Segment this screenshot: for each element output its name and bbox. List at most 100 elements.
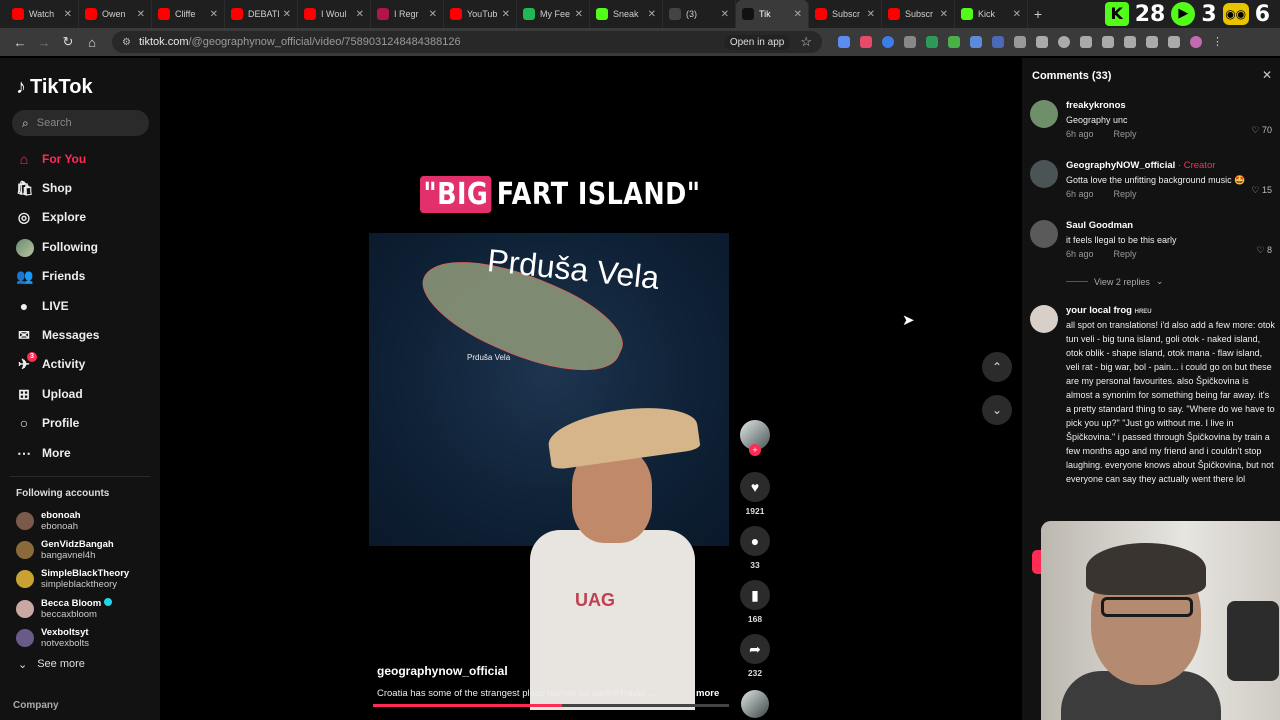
- tab-close-icon[interactable]: ✕: [210, 9, 218, 20]
- comment-username[interactable]: freakykronos: [1066, 100, 1276, 111]
- tab-close-icon[interactable]: ✕: [64, 9, 72, 20]
- new-tab-button[interactable]: +: [1028, 6, 1048, 22]
- nav-item-messages[interactable]: ✉ Messages: [16, 320, 156, 349]
- code-icon[interactable]: [1102, 36, 1114, 48]
- following-account[interactable]: ebonoah ebonoah: [16, 506, 156, 535]
- tab-close-icon[interactable]: ✕: [648, 9, 656, 20]
- comment-like[interactable]: ♡ 8: [1256, 245, 1272, 256]
- tab-close-icon[interactable]: ✕: [283, 9, 291, 20]
- nav-item-more[interactable]: ⋯ More: [16, 438, 156, 467]
- share-action[interactable]: ➦ 232: [740, 634, 770, 678]
- creator-avatar[interactable]: +: [740, 420, 770, 456]
- follow-plus-icon[interactable]: +: [749, 444, 761, 456]
- view-replies-button[interactable]: View 2 replies ⌄: [1066, 276, 1163, 287]
- bookmark-icon[interactable]: ▮: [740, 580, 770, 610]
- extension-icon[interactable]: [970, 36, 982, 48]
- company-link[interactable]: Company: [13, 700, 59, 711]
- address-bar[interactable]: ⚙ tiktok.com/@geographynow_official/vide…: [112, 31, 822, 53]
- video-username[interactable]: geographynow_official: [377, 664, 508, 678]
- commenter-avatar[interactable]: [1030, 220, 1058, 248]
- tab-close-icon[interactable]: ✕: [356, 9, 364, 20]
- close-icon[interactable]: ✕: [1262, 68, 1272, 82]
- tab-close-icon[interactable]: ✕: [575, 9, 583, 20]
- next-video-chevron-down-icon[interactable]: ⌄: [982, 395, 1012, 425]
- bookmark-star-icon[interactable]: ☆: [800, 34, 812, 50]
- following-account[interactable]: SimpleBlackTheory simpleblacktheory: [16, 565, 156, 594]
- commenter-avatar[interactable]: [1030, 305, 1058, 333]
- extension-icon[interactable]: [882, 36, 894, 48]
- music-disc-icon[interactable]: [741, 690, 769, 718]
- comment-like[interactable]: ♡ 15: [1251, 185, 1272, 196]
- extension-icon[interactable]: [992, 36, 1004, 48]
- reply-button[interactable]: Reply: [1114, 189, 1137, 199]
- browser-tab[interactable]: Tik ✕: [736, 0, 809, 28]
- extensions-puzzle-icon[interactable]: [1036, 36, 1048, 48]
- like-action[interactable]: ♥ 1921: [740, 472, 770, 516]
- extension-icon[interactable]: [1014, 36, 1026, 48]
- following-account[interactable]: GenVidzBangah bangavnel4h: [16, 535, 156, 564]
- tab-close-icon[interactable]: ✕: [867, 9, 875, 20]
- extension-icon[interactable]: [904, 36, 916, 48]
- tab-close-icon[interactable]: ✕: [502, 9, 510, 20]
- menu-dots-icon[interactable]: ⋮: [1212, 36, 1224, 48]
- nav-item-upload[interactable]: ⊞ Upload: [16, 379, 156, 408]
- description-more-button[interactable]: more: [696, 688, 719, 699]
- save-action[interactable]: ▮ 168: [740, 580, 770, 624]
- comment-username[interactable]: Saul Goodman: [1066, 220, 1276, 231]
- extension-icon[interactable]: [948, 36, 960, 48]
- following-account[interactable]: Becca Bloom beccaxbloom: [16, 594, 156, 623]
- tab-close-icon[interactable]: ✕: [137, 9, 145, 20]
- reply-button[interactable]: Reply: [1114, 249, 1137, 259]
- tab-close-icon[interactable]: ✕: [721, 9, 729, 20]
- nav-item-for-you[interactable]: ⌂ For You: [16, 144, 156, 173]
- nav-item-activity[interactable]: ✈ 3 Activity: [16, 350, 156, 379]
- site-info-icon[interactable]: ⚙: [122, 37, 131, 48]
- open-in-app-button[interactable]: Open in app: [723, 34, 791, 50]
- see-more-button[interactable]: ⌄ See more: [18, 658, 85, 671]
- browser-tab[interactable]: (3) ✕: [663, 0, 736, 28]
- tab-close-icon[interactable]: ✕: [1013, 9, 1021, 20]
- reply-button[interactable]: Reply: [1114, 129, 1137, 139]
- heart-icon[interactable]: ♥: [740, 472, 770, 502]
- browser-tab[interactable]: Subscr ✕: [809, 0, 882, 28]
- reload-icon[interactable]: ↻: [56, 34, 80, 50]
- browser-tab[interactable]: My Fee ✕: [517, 0, 590, 28]
- back-icon[interactable]: ←: [8, 35, 32, 50]
- video-progress-bar[interactable]: [373, 704, 729, 707]
- browser-tab[interactable]: YouTub ✕: [444, 0, 517, 28]
- commenter-avatar[interactable]: [1030, 100, 1058, 128]
- extension-icon[interactable]: [860, 36, 872, 48]
- nav-item-friends[interactable]: 👥 Friends: [16, 262, 156, 291]
- history-icon[interactable]: [1058, 36, 1070, 48]
- nav-item-profile[interactable]: ○ Profile: [16, 409, 156, 438]
- extension-icon[interactable]: [1168, 36, 1180, 48]
- profile-avatar-icon[interactable]: [1190, 36, 1202, 48]
- tab-close-icon[interactable]: ✕: [429, 9, 437, 20]
- tab-close-icon[interactable]: ✕: [794, 9, 802, 20]
- browser-tab[interactable]: Sneak ✕: [590, 0, 663, 28]
- extension-icon[interactable]: [838, 36, 850, 48]
- comment-action[interactable]: ● 33: [740, 526, 770, 570]
- browser-tab[interactable]: I Regr ✕: [371, 0, 444, 28]
- extension-icon[interactable]: [1080, 36, 1092, 48]
- browser-tab[interactable]: Watch ✕: [6, 0, 79, 28]
- comment-icon[interactable]: ●: [740, 526, 770, 556]
- forward-icon[interactable]: →: [32, 35, 56, 50]
- tab-close-icon[interactable]: ✕: [940, 9, 948, 20]
- browser-tab[interactable]: Subscr ✕: [882, 0, 955, 28]
- extension-icon[interactable]: [1146, 36, 1158, 48]
- following-account[interactable]: Vexboltsyt notvexbolts: [16, 624, 156, 653]
- browser-tab[interactable]: DEBATI ✕: [225, 0, 298, 28]
- comment-username[interactable]: your local frog: [1066, 305, 1132, 316]
- tiktok-logo[interactable]: ♪ TikTok: [16, 76, 93, 99]
- comment-username[interactable]: GeographyNOW_official: [1066, 160, 1175, 171]
- previous-video-chevron-up-icon[interactable]: ⌃: [982, 352, 1012, 382]
- share-icon[interactable]: ➦: [740, 634, 770, 664]
- nav-item-shop[interactable]: 🛍 Shop: [16, 173, 156, 202]
- nav-item-live[interactable]: ● LIVE: [16, 291, 156, 320]
- comment-like[interactable]: ♡ 70: [1251, 125, 1272, 136]
- extension-icon[interactable]: [926, 36, 938, 48]
- browser-tab[interactable]: Owen ✕: [79, 0, 152, 28]
- sidebar-icon[interactable]: [1124, 36, 1136, 48]
- commenter-avatar[interactable]: [1030, 160, 1058, 188]
